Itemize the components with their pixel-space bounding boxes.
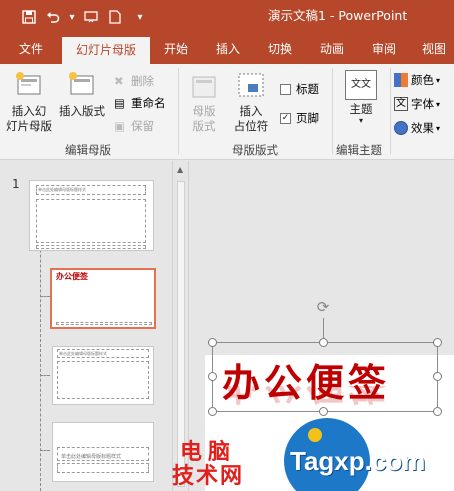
resize-handle[interactable] [433,372,442,381]
insert-layout-button[interactable]: 插入版式 [56,70,108,119]
theme-button[interactable]: 文文 主题 ▾ [338,70,384,125]
rename-icon: ▤ [114,96,125,110]
tab-insert[interactable]: 插入 [206,34,250,64]
thumbnail-title-text: 办公便签 [56,271,88,281]
title-checkbox[interactable]: 标题 [280,81,319,97]
slide-title-reflection: 办公便签 [222,386,390,416]
thumbnail-placeholder [36,245,146,249]
thumbnail-placeholder [57,447,149,461]
tab-slide-master[interactable]: 幻灯片母版 [62,37,150,64]
resize-handle[interactable] [319,338,328,347]
thumbnail-placeholder [36,185,146,195]
insert-slide-master-button[interactable]: 插入幻 灯片母版 [4,70,54,134]
resize-handle[interactable] [208,338,217,347]
title-bar: ▾ ▾ 演示文稿1 - PowerPoint [0,0,454,34]
resize-handle[interactable] [433,338,442,347]
new-file-icon[interactable] [103,0,127,34]
preserve-button[interactable]: ▣ 保留 [114,118,154,134]
group-separator [178,68,179,154]
group-label-edit-theme: 编辑主题 [336,143,382,157]
watermark-text-en: Tagxp.com [290,446,426,476]
tab-home[interactable]: 开始 [154,34,198,64]
resize-handle[interactable] [433,407,442,416]
master-layout-button[interactable]: 母版 版式 [184,74,224,134]
master-slide-thumbnail[interactable]: 单击此处编辑母版标题样式 [29,180,154,251]
pin-icon: ▣ [114,119,125,133]
master-layout-icon [192,76,216,98]
scroll-up-icon[interactable]: ▲ [177,165,183,174]
layout-icon [69,72,94,95]
tab-file[interactable]: 文件 [6,34,56,64]
layout-thumbnail[interactable]: 单击此处编辑母版标题样式 [52,346,154,405]
group-label-edit-master: 编辑母版 [65,143,111,157]
slide-number: 1 [12,177,20,191]
save-icon[interactable] [17,0,41,34]
thumbnail-placeholder [57,361,149,399]
colors-button[interactable]: 颜色 ▾ [394,72,440,88]
footer-checkbox-box[interactable]: ✓ [280,112,291,124]
effects-icon [394,121,408,135]
tree-connector [40,296,50,297]
thumbnail-placeholder [56,322,152,325]
undo-icon[interactable] [41,0,65,34]
tab-view[interactable]: 视图 [414,34,454,64]
insert-placeholder-button[interactable]: 插入 占位符 [228,70,274,134]
watermark-logo-dot [308,428,322,442]
group-separator [332,68,333,154]
ribbon-tabs: 文件 幻灯片母版 开始 插入 切换 动画 审阅 视图 [0,34,454,64]
thumbnail-placeholder [36,199,146,243]
layout-thumbnail-active[interactable]: 办公便签 [50,268,156,329]
thumbnail-placeholder [57,463,149,473]
ribbon: 插入幻 灯片母版 插入版式 ✖ 删除 ▤ 重命名 ▣ 保留 编辑母版 母版 版式… [0,64,454,160]
chevron-down-icon: ▾ [358,116,363,125]
rename-button[interactable]: ▤ 重命名 [114,95,166,111]
placeholder-icon [238,73,264,97]
effects-button[interactable]: 效果 ▾ [394,120,440,136]
tab-transitions[interactable]: 切换 [258,34,302,64]
group-separator [390,68,391,154]
watermark-text-cn: 技术网 [172,464,245,489]
quick-access-toolbar: ▾ ▾ [0,0,147,34]
delete-button[interactable]: ✖ 删除 [114,73,154,89]
window-title: 演示文稿1 - PowerPoint [268,8,408,23]
tab-review[interactable]: 审阅 [362,34,406,64]
chevron-down-icon[interactable]: ▾ [133,0,147,34]
delete-icon: ✖ [114,74,124,88]
tree-connector [40,450,50,451]
resize-handle[interactable] [319,407,328,416]
footer-checkbox[interactable]: ✓ 页脚 [280,110,319,126]
theme-icon: 文文 [345,70,377,100]
tree-connector [40,375,50,376]
slide-master-icon [16,72,41,95]
group-label-master-layout: 母版版式 [232,143,278,157]
tab-animations[interactable]: 动画 [310,34,354,64]
undo-dropdown-icon[interactable]: ▾ [65,0,79,34]
colors-icon [394,73,408,87]
fonts-button[interactable]: 文 字体 ▾ [394,96,440,112]
title-checkbox-box[interactable] [280,83,291,95]
present-icon[interactable] [79,0,103,34]
layout-thumbnail[interactable]: 单击此处编辑母版标题样式 [52,422,154,482]
thumbnail-placeholder [57,349,149,358]
rotate-handle-icon[interactable]: ⟳ [314,298,332,316]
resize-handle[interactable] [208,407,217,416]
fonts-icon: 文 [394,97,408,111]
resize-handle[interactable] [208,372,217,381]
